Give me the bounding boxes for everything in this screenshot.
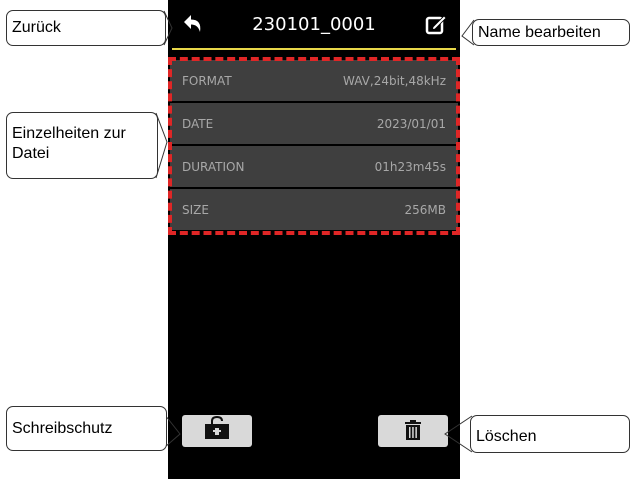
callout-delete-text: Löschen <box>476 428 537 445</box>
file-title: 230101_0001 <box>252 14 376 35</box>
detail-value: 256MB <box>404 202 447 217</box>
rename-button[interactable] <box>422 10 450 38</box>
detail-row-duration: DURATION 01h23m45s <box>170 146 458 187</box>
detail-value: 2023/01/01 <box>376 116 446 131</box>
callout-details-line1: Einzelheiten zur <box>12 125 126 142</box>
callout-delete: Löschen <box>470 415 630 453</box>
callout-details-line2: Datei <box>12 145 50 162</box>
callout-protect: Schreibschutz <box>6 406 167 451</box>
callout-details: Einzelheiten zur Datei <box>6 112 158 179</box>
detail-label: FORMAT <box>182 73 232 88</box>
detail-value: WAV,24bit,48kHz <box>343 73 446 88</box>
callout-back: Zurück <box>6 10 166 46</box>
callout-back-text: Zurück <box>12 19 61 36</box>
title-underline <box>172 48 456 50</box>
detail-value: 01h23m45s <box>374 159 446 174</box>
trash-icon <box>405 420 421 440</box>
delete-button[interactable] <box>378 415 448 447</box>
header-bar: 230101_0001 <box>168 0 460 50</box>
device-screen: 230101_0001 FORMAT WAV,24bit,48kHz DATE … <box>168 0 460 479</box>
detail-label: DURATION <box>182 159 245 174</box>
unlock-icon <box>205 415 229 439</box>
back-button[interactable] <box>178 10 206 38</box>
detail-row-size: SIZE 256MB <box>170 189 458 230</box>
callout-protect-text: Schreibschutz <box>12 420 113 437</box>
detail-label: SIZE <box>182 202 209 217</box>
file-details-list: FORMAT WAV,24bit,48kHz DATE 2023/01/01 D… <box>170 60 458 232</box>
detail-row-date: DATE 2023/01/01 <box>170 103 458 144</box>
edit-icon <box>425 15 447 35</box>
callout-rename: Name bearbeiten <box>472 19 630 46</box>
callout-rename-text: Name bearbeiten <box>478 24 601 41</box>
detail-label: DATE <box>182 116 214 131</box>
write-protect-button[interactable] <box>182 415 252 447</box>
back-arrow-icon <box>184 15 201 32</box>
detail-row-format: FORMAT WAV,24bit,48kHz <box>170 60 458 101</box>
